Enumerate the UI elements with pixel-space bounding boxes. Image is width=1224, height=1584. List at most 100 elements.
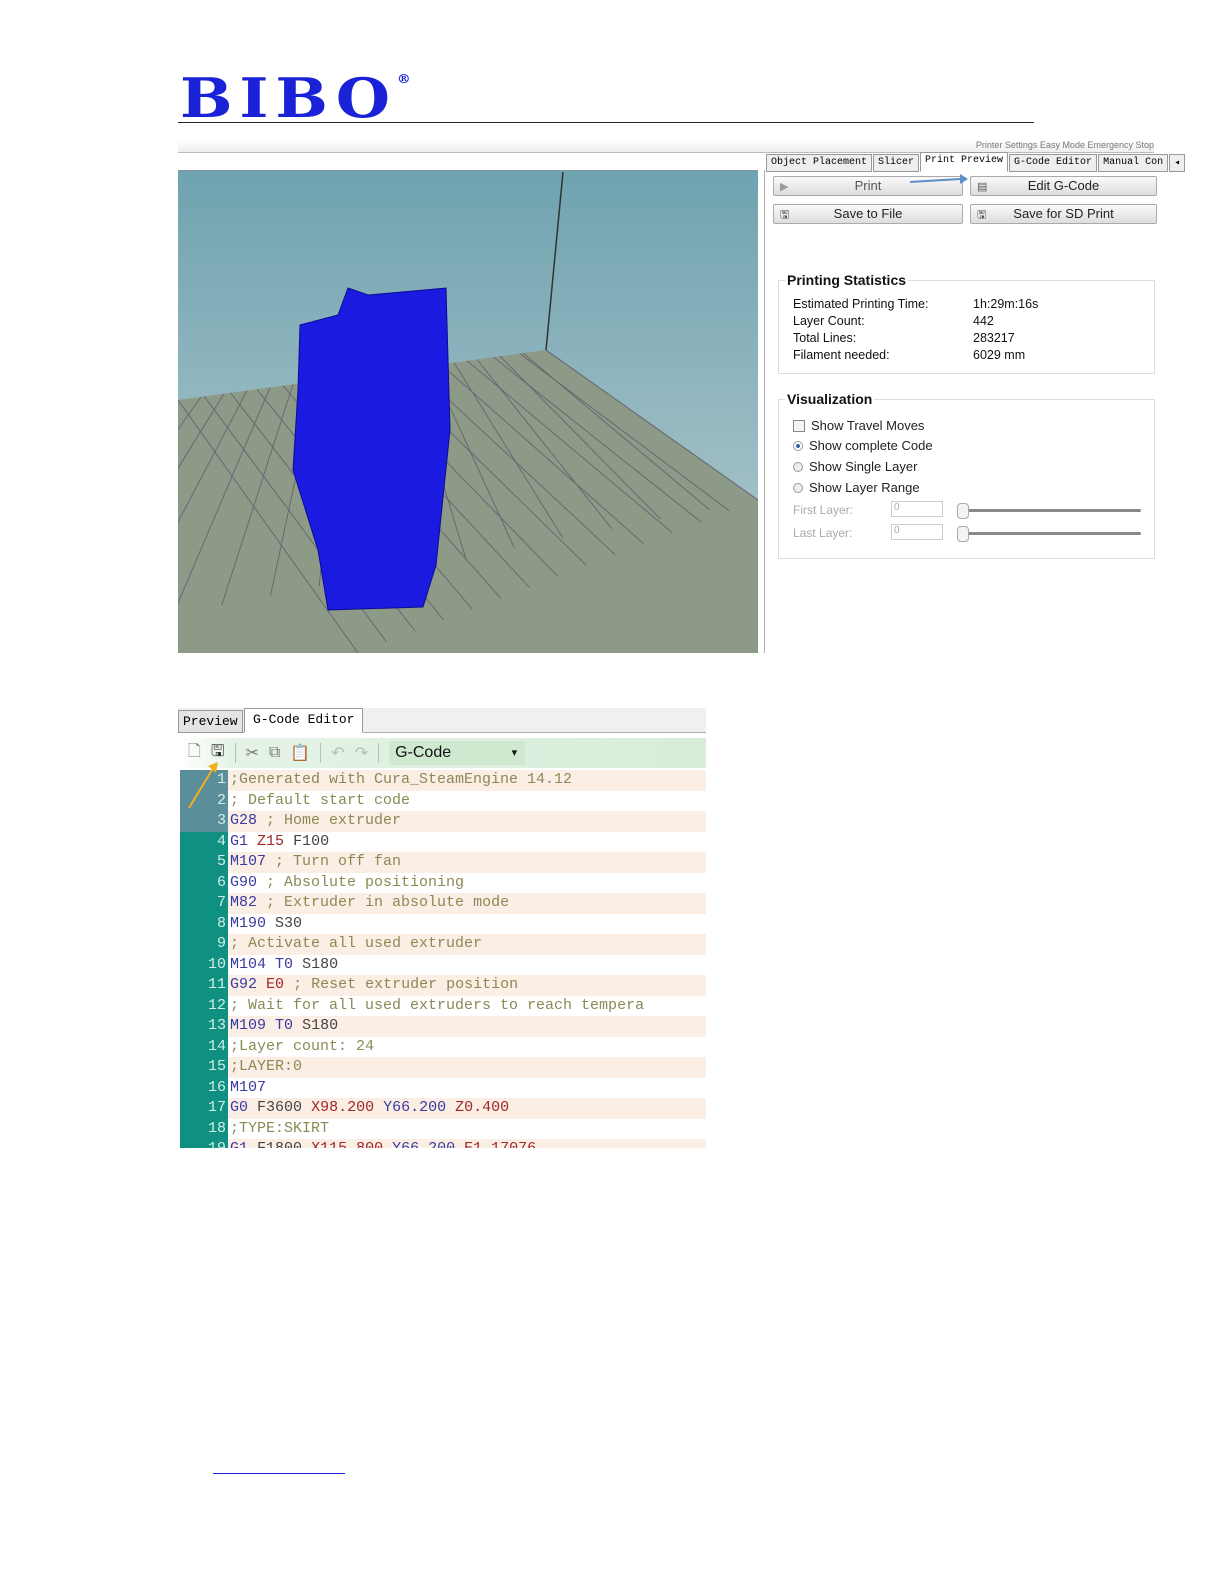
code-line[interactable]: 5 M107 ; Turn off fan [180,852,706,873]
editor-toolbar: 🗋 🖫 ✂ ⧉ 📋 ↶ ↷ G-Code [180,738,706,768]
show-single-layer-radio[interactable]: Show Single Layer [793,459,917,474]
copy-icon[interactable]: ⧉ [269,744,280,762]
footer-link-underline[interactable] [213,1473,345,1474]
registered-mark: ® [396,72,411,86]
tab-gcode-editor[interactable]: G-Code Editor [244,708,364,733]
stats-title: Printing Statistics [785,272,909,288]
line-number: 12 [180,995,228,1016]
code-line[interactable]: 14 ;Layer count: 24 [180,1036,706,1057]
save-file-label: Save to File [833,206,903,221]
slider-handle[interactable] [957,503,969,519]
paste-icon[interactable]: 📋 [290,743,310,763]
line-number: 17 [180,1098,228,1119]
floppy-icon: 🖫 [780,209,790,221]
play-icon: ▶ [780,181,789,193]
line-number: 6 [180,872,228,893]
code-line[interactable]: 19G1 F1800 X115.800 Y66.200 E1.17076 [180,1139,706,1148]
line-text: ; Default start code [230,791,411,809]
radio-selected-icon [793,440,803,451]
line-text: ;TYPE:SKIRT [230,1119,330,1137]
line-text: M82 ; Extruder in absolute mode [228,893,706,914]
line-text: G0 F3600 X98.200 Y66.200 Z0.400 [228,1098,706,1119]
right-panel: ▶ Print ▤ Edit G-Code 🖫 Save to File 🖫 Save … [764,170,1157,653]
last-layer-label: Last Layer: [793,526,853,540]
line-text: ;Layer count: 24 [230,1037,375,1055]
stat-value: 283217 [973,331,1015,345]
save-to-file-button[interactable]: 🖫 Save to File [773,204,963,224]
code-line[interactable]: 13 M109 T0 S180 [180,1016,706,1037]
redo-icon[interactable]: ↷ [355,743,368,763]
bibo-logo: BIBO® [180,66,411,130]
tab-scroll-left-icon[interactable]: ◂ [1169,154,1186,172]
line-number: 9 [180,934,228,955]
code-line[interactable]: 16 M107 [180,1077,706,1098]
logo-text: BIBO [180,66,397,130]
edit-gcode-button[interactable]: ▤ Edit G-Code [970,176,1157,196]
code-line[interactable]: 7 M82 ; Extruder in absolute mode [180,893,706,914]
code-line[interactable]: 2; Default start code [180,790,706,811]
edit-gcode-label: Edit G-Code [1027,178,1100,193]
line-text: M109 T0 S180 [228,1016,706,1037]
document-icon: ▤ [977,181,988,193]
3d-viewport[interactable] [178,170,758,653]
separator [234,743,236,763]
visualization-group: Visualization Show Travel Moves Show com… [778,391,1155,559]
last-layer-spinbox[interactable]: 0 [891,524,943,540]
print-preview-screenshot: Printer Settings Easy Mode Emergency Sto… [178,140,1186,653]
line-number: 11 [180,975,228,996]
language-dropdown[interactable]: G-Code [389,741,526,765]
stat-label: Estimated Printing Time: [793,297,929,311]
line-text: ;Generated with Cura_SteamEngine 14.12 [228,770,706,791]
code-area[interactable]: 1 ;Generated with Cura_SteamEngine 14.12 2… [180,770,706,1148]
stat-value: 6029 mm [973,348,1026,362]
annotation-arrow [910,174,968,184]
printing-statistics-group: Printing Statistics Estimated Printing T… [778,272,1155,374]
line-text: G1 F1800 X115.800 Y66.200 E1.17076 [228,1139,706,1148]
show-complete-code-radio[interactable]: Show complete Code [793,438,933,453]
floppy-icon: 🖫 [977,209,987,221]
line-number: 10 [180,954,228,975]
code-line[interactable]: 9; Activate all used extruder [180,934,706,955]
code-line[interactable]: 8 M190 S30 [180,913,706,934]
tab-preview[interactable]: Preview [178,710,243,733]
line-text: ;LAYER:0 [228,1057,706,1078]
save-sd-button[interactable]: 🖫 Save for SD Print [970,204,1157,224]
line-text: G92 E0 ; Reset extruder position [228,975,706,996]
line-number: 13 [180,1016,228,1037]
line-number: 14 [180,1036,228,1057]
line-text: M190 S30 [230,914,303,932]
line-number: 3 [180,811,228,832]
separator [320,743,322,763]
code-line[interactable]: 1 ;Generated with Cura_SteamEngine 14.12 [180,770,706,791]
show-travel-moves-checkbox[interactable]: Show Travel Moves [793,418,924,433]
code-line[interactable]: 18 ;TYPE:SKIRT [180,1118,706,1139]
first-layer-spinbox[interactable]: 0 [891,501,943,517]
line-text: G90 ; Absolute positioning [230,873,465,891]
print-label: Print [854,178,882,193]
code-line[interactable]: 3 G28 ; Home extruder [180,811,706,832]
code-line[interactable]: 4 G1 Z15 F100 [180,831,706,852]
stat-value: 1h:29m:16s [973,297,1039,311]
undo-icon[interactable]: ↶ [331,743,344,763]
last-layer-slider[interactable] [957,526,1141,542]
show-layer-range-radio[interactable]: Show Layer Range [793,480,920,495]
document-page: BIBO® Printer Settings Easy Mode Emergen… [0,0,1224,1584]
line-number: 19 [180,1139,228,1148]
code-line[interactable]: 15 ;LAYER:0 [180,1057,706,1078]
code-line[interactable]: 6 G90 ; Absolute positioning [180,872,706,893]
cut-icon[interactable]: ✂ [246,743,259,763]
code-line[interactable]: 17 G0 F3600 X98.200 Y66.200 Z0.400 [180,1098,706,1119]
annotation-arrow [188,762,218,809]
first-layer-slider[interactable] [957,503,1141,519]
header-rule [178,122,1034,123]
tab-print-preview[interactable]: Print Preview [920,152,1009,172]
line-text: G1 Z15 F100 [230,832,330,850]
line-number: 18 [180,1118,228,1139]
code-line[interactable]: 11 G92 E0 ; Reset extruder position [180,975,706,996]
code-line[interactable]: 10 M104 T0 S180 [180,954,706,975]
line-text: ; Wait for all used extruders to reach t… [230,996,645,1014]
editor-tab-bar: Preview G-Code Editor [178,708,706,733]
slider-handle[interactable] [957,526,969,542]
line-text: G28 ; Home extruder [228,811,706,832]
code-line[interactable]: 12; Wait for all used extruders to reach… [180,995,706,1016]
